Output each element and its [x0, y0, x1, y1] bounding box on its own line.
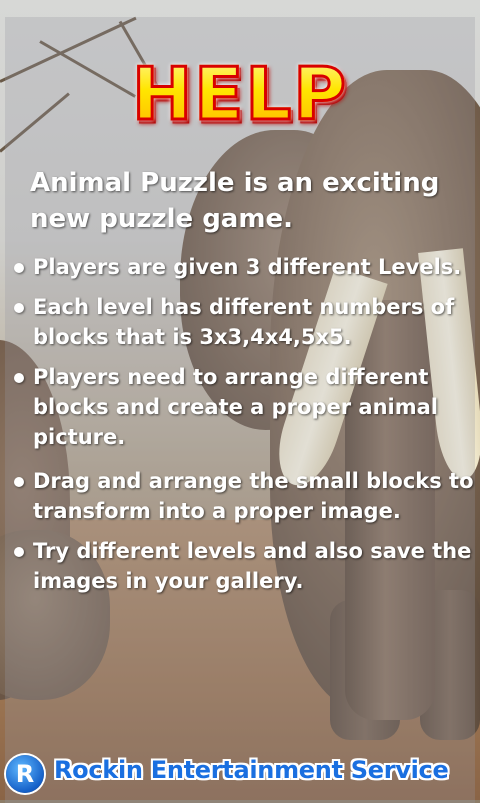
list-item: Players need to arrange different blocks… — [12, 362, 474, 452]
bullet-dot-icon — [14, 477, 24, 487]
bullet-dot-icon — [14, 547, 24, 557]
list-item: Players are given 3 different Levels. — [12, 252, 474, 282]
help-title: HELP — [0, 51, 480, 138]
bullet-text: Players need to arrange different blocks… — [33, 365, 438, 449]
list-item: Each level has different numbers of bloc… — [12, 292, 474, 352]
rockin-logo-icon: R — [6, 755, 44, 793]
bullet-text: Drag and arrange the small blocks to tra… — [33, 469, 474, 523]
help-bullet-list: Players are given 3 different Levels. Ea… — [12, 252, 474, 596]
bullet-dot-icon — [14, 303, 24, 313]
bullet-text: Players are given 3 different Levels. — [33, 255, 462, 279]
bullet-dot-icon — [14, 373, 24, 383]
bullet-dot-icon — [14, 263, 24, 273]
footer-banner[interactable]: R Rockin Entertainment Service — [0, 752, 480, 796]
list-item: Drag and arrange the small blocks to tra… — [12, 466, 474, 526]
intro-text: Animal Puzzle is an exciting new puzzle … — [30, 168, 440, 234]
bullet-text: Try different levels and also save the i… — [33, 539, 472, 593]
logo-letter: R — [15, 760, 35, 788]
company-name: Rockin Entertainment Service — [54, 756, 449, 784]
list-item: Try different levels and also save the i… — [12, 536, 474, 596]
bullet-text: Each level has different numbers of bloc… — [33, 295, 455, 349]
